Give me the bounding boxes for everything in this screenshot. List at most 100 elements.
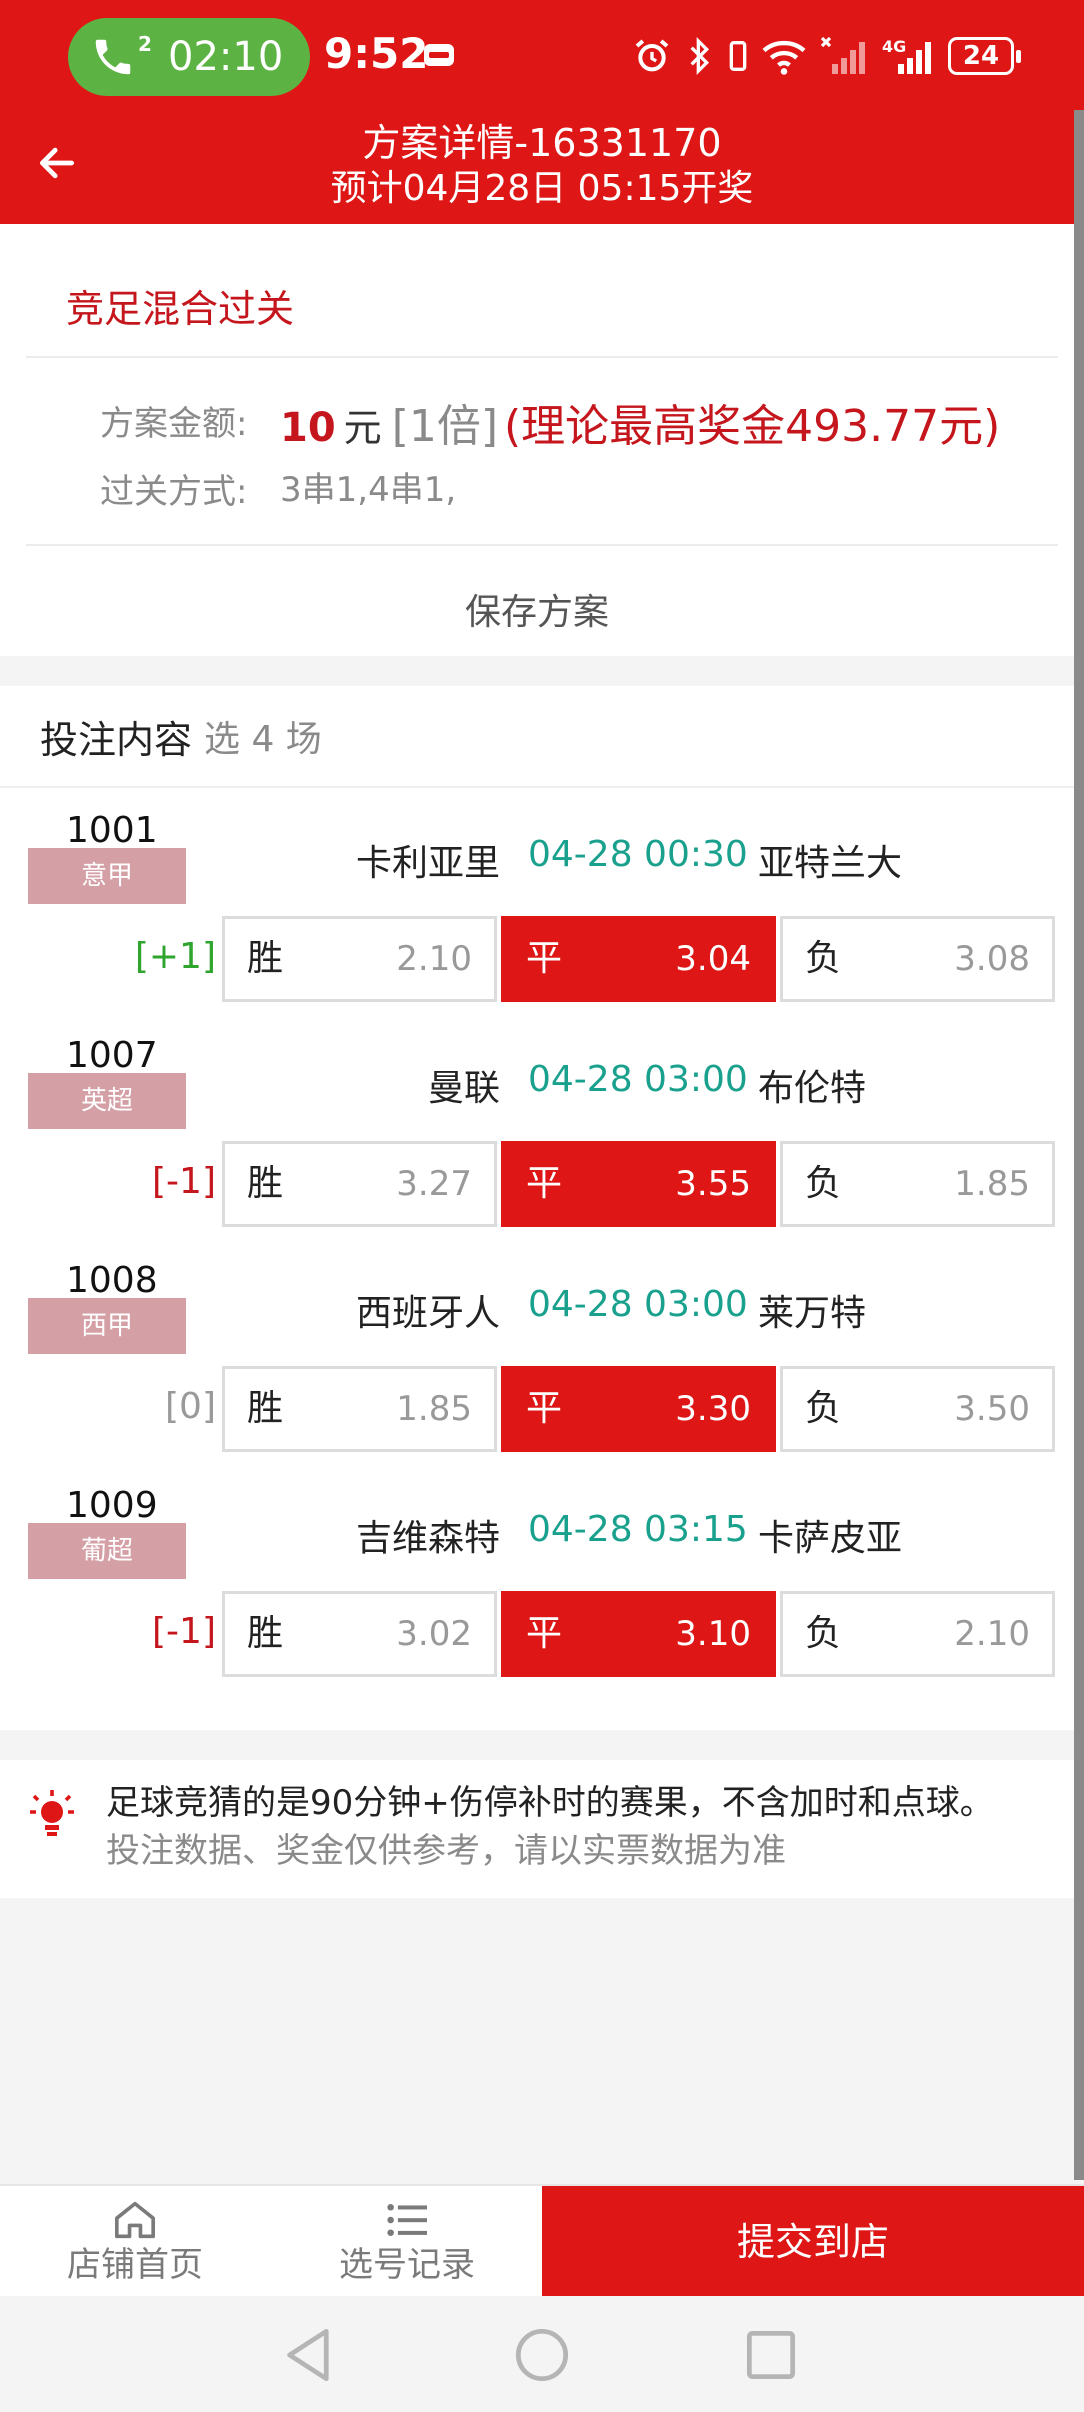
nav-back-button[interactable] bbox=[274, 2320, 344, 2390]
system-icons: 4G 24 bbox=[632, 28, 1021, 84]
max-prize: (理论最高奖金493.77元) bbox=[504, 401, 1001, 452]
divider bbox=[26, 356, 1058, 358]
odds-options: 胜 2.10 平 3.04 负 3.08 bbox=[222, 916, 1056, 1002]
system-nav-bar bbox=[0, 2296, 1084, 2412]
nav-home-button[interactable] bbox=[507, 2320, 577, 2390]
odds-label: 平 bbox=[526, 1388, 563, 1429]
handicap: [+1] bbox=[134, 936, 216, 977]
odds-option-win[interactable]: 胜 1.85 bbox=[222, 1366, 497, 1452]
league-tag: 意甲 bbox=[28, 848, 186, 904]
submit-to-store-button[interactable]: 提交到店 bbox=[542, 2186, 1084, 2298]
tip-text-1: 足球竞猜的是90分钟+伤停补时的赛果，不含加时和点球。 bbox=[106, 1783, 994, 1823]
away-team: 布伦特 bbox=[758, 1068, 867, 1109]
odds-label: 胜 bbox=[247, 938, 284, 979]
tip-text-2: 投注数据、奖金仅供参考，请以实票数据为准 bbox=[106, 1831, 786, 1871]
amount-line: 10 元 [1倍] (理论最高奖金493.77元) bbox=[280, 390, 1000, 454]
odds-option-draw[interactable]: 平 3.04 bbox=[501, 916, 776, 1002]
home-team: 曼联 bbox=[427, 1068, 500, 1109]
odds-label: 平 bbox=[526, 1613, 563, 1654]
odds-value: 3.02 bbox=[396, 1614, 472, 1654]
match-row: 1008 西甲 西班牙人 04-28 03:00 莱万特 [0] 胜 1.85 平… bbox=[0, 1256, 1074, 1480]
odds-option-win[interactable]: 胜 2.10 bbox=[222, 916, 497, 1002]
rules-tip: 足球竞猜的是90分钟+伤停补时的赛果，不含加时和点球。 投注数据、奖金仅供参考，… bbox=[0, 1760, 1074, 1898]
match-number: 1009 bbox=[66, 1485, 158, 1526]
bet-content: 投注内容 选 4 场 1001 意甲 卡利亚里 04-28 00:30 亚特兰大… bbox=[0, 686, 1074, 1730]
handicap: [-1] bbox=[152, 1161, 216, 1202]
league-tag: 葡超 bbox=[28, 1523, 186, 1579]
league-tag: 西甲 bbox=[28, 1298, 186, 1354]
odds-value: 3.10 bbox=[675, 1614, 751, 1654]
signal-sim1-icon bbox=[820, 36, 865, 74]
amount-label: 方案金额: bbox=[100, 404, 248, 444]
pass-mode: 3串1,4串1, bbox=[280, 470, 457, 510]
match-number: 1007 bbox=[66, 1035, 158, 1076]
home-team: 卡利亚里 bbox=[355, 843, 500, 884]
status-bar: 2 02:10 9:52 4G 24 bbox=[0, 0, 1084, 110]
plan-summary: 竞足混合过关 方案金额: 10 元 [1倍] (理论最高奖金493.77元) 过关方式… bbox=[0, 224, 1074, 656]
app-notification-icon bbox=[424, 44, 454, 66]
bets-count: 选 4 场 bbox=[204, 719, 322, 760]
odds-option-lose[interactable]: 负 2.10 bbox=[780, 1591, 1055, 1677]
app-screen: 2 02:10 9:52 4G 24 方案详情-16331170 预计04月28… bbox=[0, 0, 1084, 2412]
nav-recents-button[interactable] bbox=[736, 2320, 806, 2390]
tab-label: 选号记录 bbox=[339, 2245, 475, 2285]
odds-label: 平 bbox=[526, 938, 563, 979]
draw-time: 预计04月28日 05:15开奖 bbox=[330, 168, 754, 209]
call-count: 2 bbox=[138, 32, 152, 56]
league-tag: 英超 bbox=[28, 1073, 186, 1129]
odds-label: 负 bbox=[805, 938, 842, 979]
amount-unit: 元 bbox=[343, 406, 382, 450]
match-row: 1001 意甲 卡利亚里 04-28 00:30 亚特兰大 [+1] 胜 2.10… bbox=[0, 806, 1074, 1030]
status-clock: 9:52 bbox=[324, 29, 429, 78]
odds-value: 3.27 bbox=[396, 1164, 472, 1204]
alarm-icon bbox=[635, 39, 669, 72]
match-time: 04-28 03:00 bbox=[528, 1284, 748, 1325]
odds-label: 胜 bbox=[247, 1388, 284, 1429]
ongoing-call-pill[interactable]: 2 02:10 bbox=[68, 18, 310, 96]
match-time: 04-28 03:15 bbox=[528, 1509, 748, 1550]
odds-option-draw[interactable]: 平 3.30 bbox=[501, 1366, 776, 1452]
lightbulb-icon bbox=[30, 1790, 74, 1836]
tab-label: 店铺首页 bbox=[67, 2245, 203, 2285]
odds-label: 负 bbox=[805, 1388, 842, 1429]
odds-option-win[interactable]: 胜 3.27 bbox=[222, 1141, 497, 1227]
odds-value: 3.50 bbox=[954, 1389, 1030, 1429]
odds-value: 3.08 bbox=[954, 939, 1030, 979]
odds-option-draw[interactable]: 平 3.55 bbox=[501, 1141, 776, 1227]
wifi-icon bbox=[762, 40, 806, 75]
handicap: [-1] bbox=[152, 1611, 216, 1652]
svg-text:4G: 4G bbox=[882, 37, 906, 56]
handicap: [0] bbox=[165, 1386, 216, 1427]
odds-options: 胜 3.27 平 3.55 负 1.85 bbox=[222, 1141, 1056, 1227]
odds-value: 1.85 bbox=[954, 1164, 1030, 1204]
odds-label: 负 bbox=[805, 1613, 842, 1654]
divider bbox=[0, 786, 1074, 788]
odds-option-lose[interactable]: 负 1.85 bbox=[780, 1141, 1055, 1227]
match-time: 04-28 03:00 bbox=[528, 1059, 748, 1100]
odds-value: 2.10 bbox=[396, 939, 472, 979]
odds-value: 3.04 bbox=[675, 939, 751, 979]
bets-title: 投注内容 bbox=[40, 718, 193, 762]
odds-value: 2.10 bbox=[954, 1614, 1030, 1654]
list-icon bbox=[387, 2204, 427, 2236]
match-time: 04-28 00:30 bbox=[528, 834, 748, 875]
odds-option-lose[interactable]: 负 3.50 bbox=[780, 1366, 1055, 1452]
tab-store-home[interactable]: 店铺首页 bbox=[0, 2186, 270, 2296]
save-plan-button[interactable]: 保存方案 bbox=[0, 570, 1074, 656]
odds-value: 1.85 bbox=[396, 1389, 472, 1429]
odds-label: 平 bbox=[526, 1163, 563, 1204]
divider bbox=[26, 544, 1058, 546]
home-icon bbox=[115, 2201, 155, 2239]
pass-label: 过关方式: bbox=[100, 472, 248, 512]
odds-option-draw[interactable]: 平 3.10 bbox=[501, 1591, 776, 1677]
square-recents-icon bbox=[746, 2330, 796, 2380]
multiplier: [1倍] bbox=[391, 401, 499, 452]
call-timer: 02:10 bbox=[168, 34, 284, 80]
plan-type: 竞足混合过关 bbox=[66, 287, 295, 331]
odds-value: 3.55 bbox=[675, 1164, 751, 1204]
odds-option-lose[interactable]: 负 3.08 bbox=[780, 916, 1055, 1002]
match-number: 1001 bbox=[66, 810, 158, 851]
tab-pick-records[interactable]: 选号记录 bbox=[272, 2186, 542, 2296]
home-team: 西班牙人 bbox=[355, 1293, 500, 1334]
odds-option-win[interactable]: 胜 3.02 bbox=[222, 1591, 497, 1677]
